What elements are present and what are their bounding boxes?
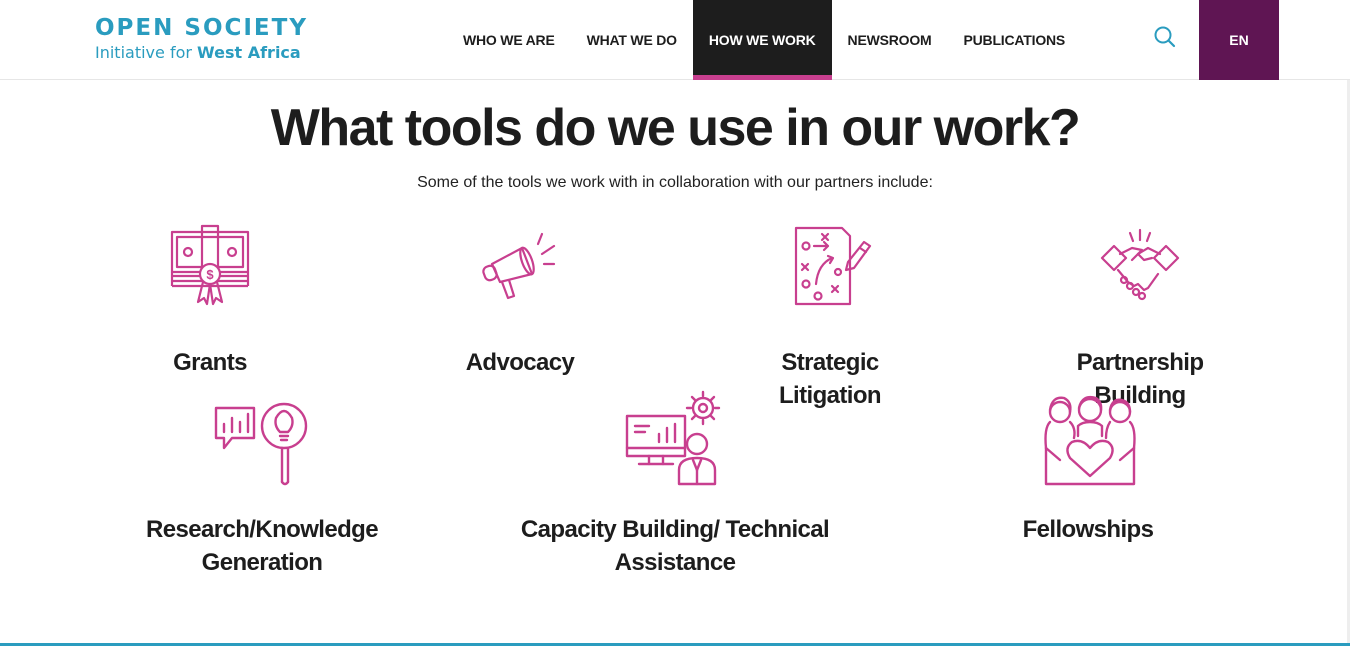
tool-label-line1: Capacity Building/ Technical (520, 516, 830, 543)
site-logo[interactable]: OPEN SOCIETY Initiative for West Africa (95, 14, 308, 64)
tool-strategic-litigation: Strategic Litigation (730, 222, 930, 409)
handshake-icon (1100, 228, 1180, 301)
tool-label: Fellowships (1022, 516, 1154, 543)
megaphone-icon (482, 232, 556, 300)
language-button[interactable]: EN (1199, 0, 1279, 80)
nav-publications[interactable]: PUBLICATIONS (948, 0, 1082, 80)
tool-fellowships: Fellowships (988, 388, 1188, 548)
nav-newsroom[interactable]: NEWSROOM (832, 0, 948, 80)
tool-partnership-building: Partnership Building (1040, 222, 1240, 409)
nav-what-we-do[interactable]: WHAT WE DO (571, 0, 693, 80)
logo-subtitle-strong: West Africa (197, 43, 301, 62)
money-bundle-icon: $ (170, 224, 250, 306)
research-bulb-icon (214, 402, 308, 486)
site-header: OPEN SOCIETY Initiative for West Africa … (0, 0, 1350, 80)
training-presentation-icon (625, 390, 721, 486)
nav-how-we-work[interactable]: HOW WE WORK (692, 0, 832, 80)
tool-label: Advocacy (465, 349, 575, 376)
page-subtitle: Some of the tools we work with in collab… (417, 174, 933, 191)
tool-label: Grants (173, 349, 247, 376)
tool-capacity-building: Capacity Building/ Technical Assistance (495, 388, 855, 588)
tool-label-line2: Generation (201, 549, 323, 576)
people-heart-icon (1044, 395, 1136, 486)
logo-title: OPEN SOCIETY (95, 15, 308, 41)
svg-text:$: $ (206, 267, 214, 282)
logo-subtitle-pre: Initiative for (95, 43, 198, 62)
nav-who-we-are[interactable]: WHO WE ARE (447, 0, 571, 80)
main-nav: WHO WE ARE WHAT WE DO HOW WE WORK NEWSRO… (447, 0, 1081, 80)
tool-advocacy: Advocacy (420, 222, 620, 382)
tool-research-knowledge: Research/Knowledge Generation (120, 388, 404, 588)
logo-subtitle: Initiative for West Africa (95, 42, 308, 64)
strategy-plan-icon (794, 226, 872, 306)
tool-label-line1: Research/Knowledge (146, 516, 379, 543)
tool-label-line2: Assistance (614, 549, 736, 576)
page-title: What tools do we use in our work? (270, 99, 1081, 157)
tool-grants: $ Grants (110, 222, 310, 382)
search-icon[interactable] (1152, 24, 1178, 50)
